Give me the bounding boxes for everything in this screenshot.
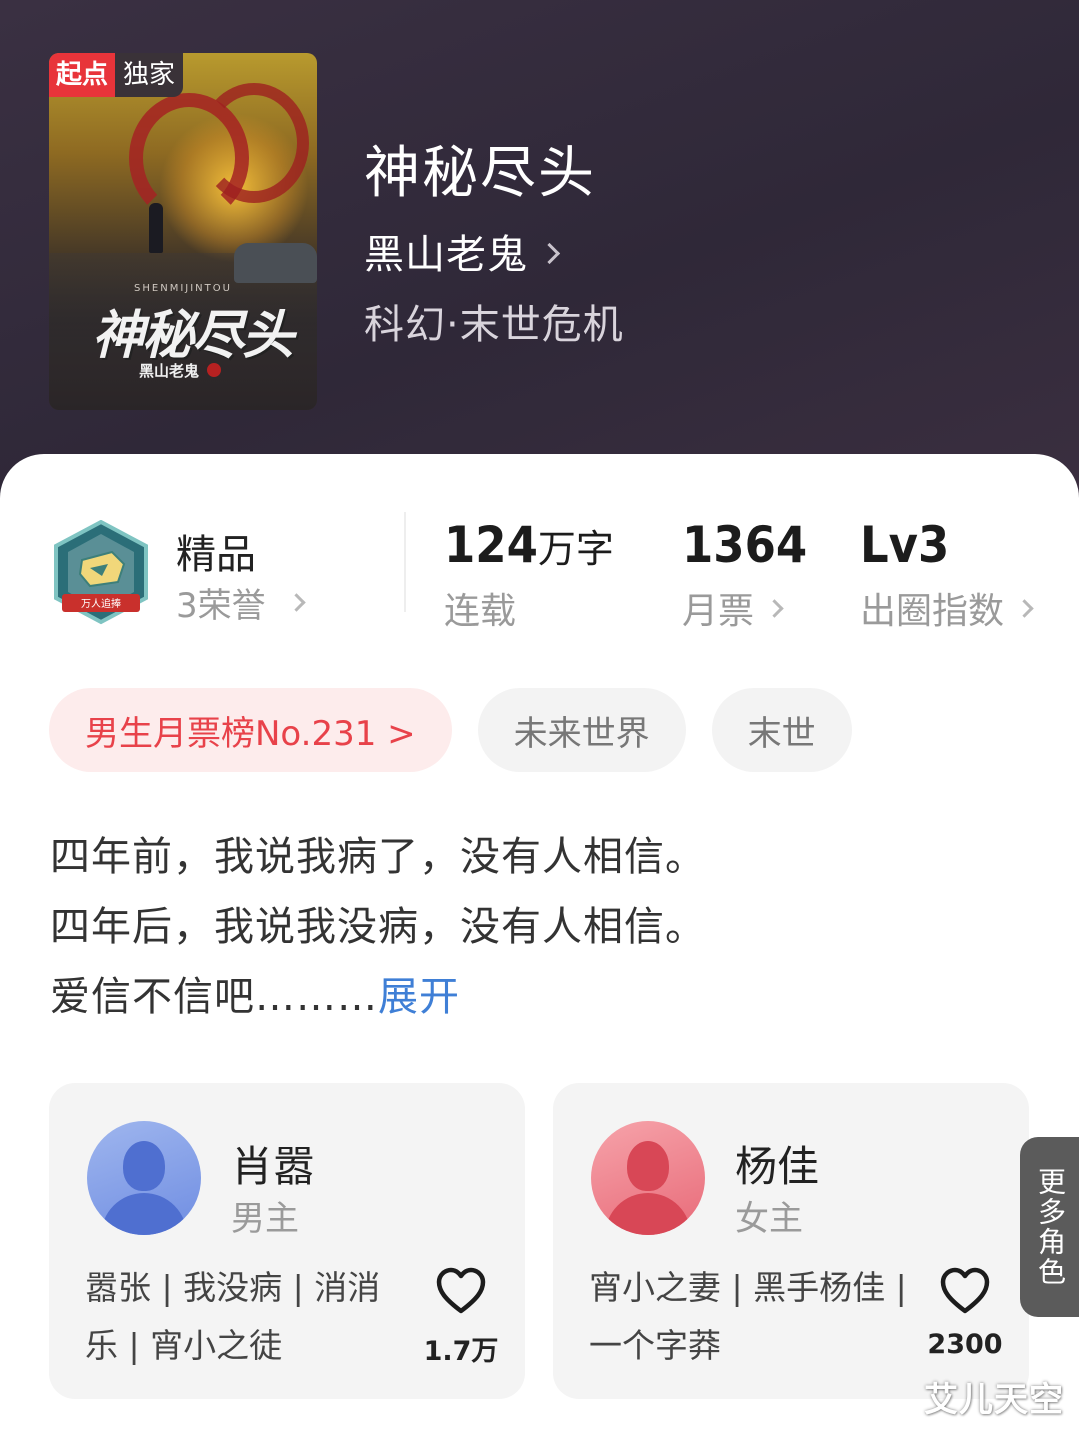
cover-car-graphic (234, 243, 317, 283)
heart-icon[interactable] (435, 1267, 487, 1315)
cover-author: 黑山老鬼 (139, 362, 200, 380)
medal-text: 万人追捧 (81, 597, 121, 610)
chevron-right-icon (286, 593, 306, 612)
like-count: 2300 (927, 1329, 1003, 1360)
character-card[interactable]: 肖嚣 男主 嚣张 | 我没病 | 消消乐 | 宵小之徒 1.7万 (49, 1083, 525, 1399)
stat-popularity-index[interactable]: Lv3 出圈指数 (860, 516, 1034, 634)
badge-source: 起点 (49, 53, 116, 97)
avatar (87, 1121, 201, 1235)
stat-monthly-votes[interactable]: 1364 月票 (682, 516, 807, 634)
character-name: 肖嚣 (231, 1142, 316, 1191)
avatar (591, 1121, 705, 1235)
stat-unit: 万字 (537, 527, 614, 571)
description-line: 四年前，我说我病了，没有人相信。 (50, 834, 706, 880)
avatar-body (605, 1193, 691, 1235)
honor-title: 精品 (176, 532, 256, 578)
more-roles-button[interactable]: 更多角色 (1020, 1137, 1079, 1317)
badge-exclusive: 独家 (115, 53, 184, 97)
more-roles-label: 更多角色 (1034, 1167, 1067, 1287)
character-tags: 嚣张 | 我没病 | 消消乐 | 宵小之徒 (85, 1268, 381, 1365)
expand-link[interactable]: 展开 (378, 974, 460, 1020)
honor-count: 3荣誉 (176, 586, 266, 626)
book-description: 四年前，我说我病了，没有人相信。 四年后，我说我没病，没有人相信。 爱信不信吧…… (50, 822, 706, 1032)
description-line: 爱信不信吧……… (50, 974, 378, 1020)
cover-title: 神秘尽头 (91, 305, 294, 366)
honor-link[interactable]: 3荣誉 (176, 578, 306, 627)
character-role: 女主 (735, 1199, 803, 1239)
chevron-right-icon (538, 242, 561, 264)
author-name: 黑山老鬼 (364, 232, 528, 278)
tag-apocalypse[interactable]: 末世 (711, 688, 852, 772)
tag-row: 男生月票榜No.231 > 未来世界 末世 (49, 688, 878, 772)
exclusive-badge: 起点 独家 (49, 53, 184, 97)
avatar-head (627, 1141, 669, 1191)
rank-tag[interactable]: 男生月票榜No.231 > (49, 688, 452, 772)
heart-icon[interactable] (939, 1267, 991, 1315)
book-title: 神秘尽头 (364, 141, 596, 206)
book-genre: 科幻·末世危机 (364, 302, 624, 348)
like-count: 1.7万 (423, 1336, 499, 1367)
description-line: 四年后，我说我没病，没有人相信。 (50, 904, 706, 950)
honor-medal-icon: 万人追捧 (54, 520, 148, 625)
tag-future-world[interactable]: 未来世界 (477, 688, 686, 772)
stat-label: 出圈指数 (860, 591, 1005, 632)
cover-author-mark (207, 363, 221, 377)
watermark: 艾儿天空 (924, 1380, 1064, 1420)
divider (404, 512, 406, 612)
stat-label: 月票 (682, 591, 755, 632)
chevron-right-icon (1015, 598, 1034, 618)
character-tags: 宵小之妻 | 黑手杨佳 | 一个字莽 (589, 1268, 907, 1365)
character-card[interactable]: 杨佳 女主 宵小之妻 | 黑手杨佳 | 一个字莽 2300 (553, 1083, 1029, 1399)
stat-label: 连载 (444, 591, 517, 632)
stat-value: 1364 (682, 516, 808, 574)
stat-value: 124 (444, 516, 538, 574)
avatar-body (101, 1193, 187, 1235)
author-link[interactable]: 黑山老鬼 (364, 222, 561, 280)
chevron-right-icon (765, 598, 784, 618)
character-name: 杨佳 (735, 1142, 820, 1191)
cover-tentacle-graphic (199, 83, 309, 203)
stat-word-count: 124万字 连载 (444, 516, 614, 634)
book-cover[interactable]: SHENMIJINTOU 神秘尽头 黑山老鬼 (49, 53, 317, 410)
character-role: 男主 (231, 1199, 299, 1239)
avatar-head (123, 1141, 165, 1191)
cover-figure-graphic (149, 203, 163, 253)
stat-value: Lv3 (860, 516, 950, 574)
